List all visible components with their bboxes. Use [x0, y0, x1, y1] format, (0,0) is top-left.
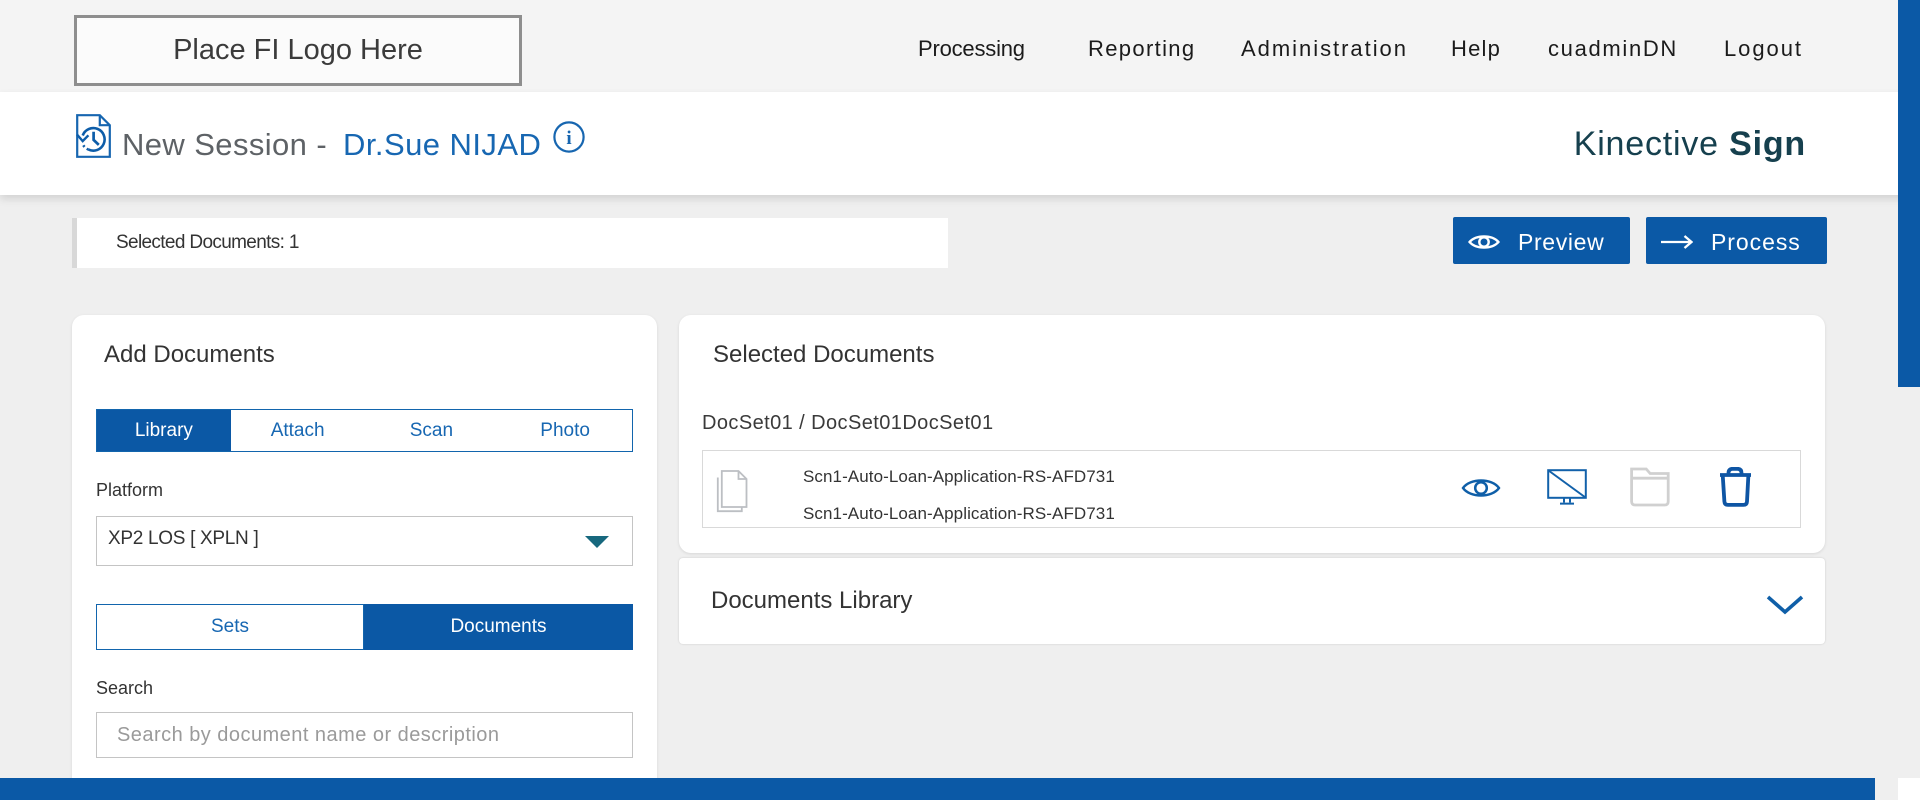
svg-text:i: i [566, 128, 571, 149]
